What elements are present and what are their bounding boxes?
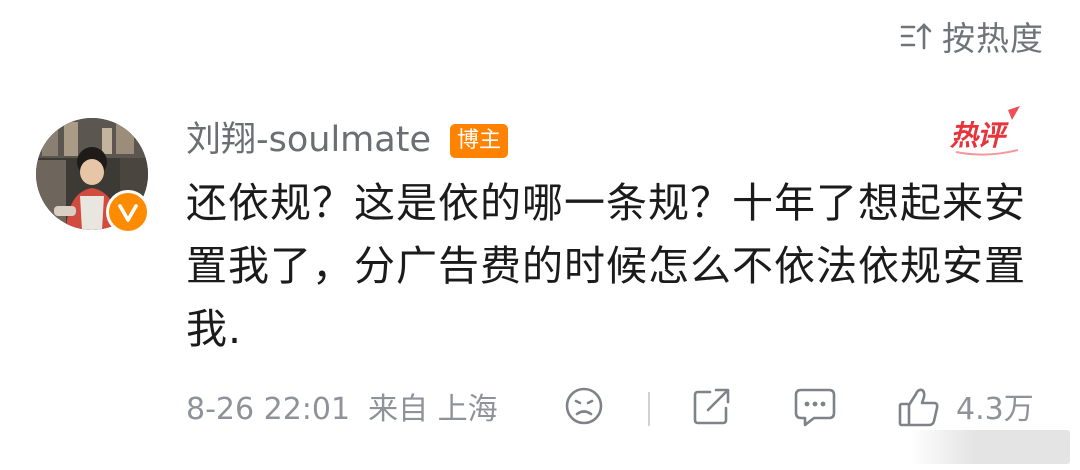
- comment-meta: 8-26 22:01 来自 上海: [186, 390, 498, 430]
- like-button[interactable]: [896, 384, 942, 434]
- share-button[interactable]: [690, 384, 734, 432]
- sort-label: 按热度: [942, 19, 1044, 58]
- username-link[interactable]: 刘翔-soulmate: [186, 118, 431, 162]
- hot-comment-stamp: 热评: [946, 106, 1028, 160]
- like-count: 4.3万: [956, 392, 1034, 427]
- sort-by-heat-button[interactable]: 按热度: [900, 14, 1044, 58]
- hot-comment-label: 热评: [950, 119, 1005, 152]
- sort-icon: [900, 21, 934, 51]
- share-icon: [690, 388, 734, 432]
- footer-divider: [648, 392, 650, 426]
- comment-location: 来自 上海: [368, 392, 498, 427]
- verified-icon: [106, 190, 150, 234]
- emoji-icon: [562, 387, 606, 432]
- comment-icon: [792, 388, 838, 432]
- blogger-badge: 博主: [450, 124, 509, 158]
- comment-date: 8-26 22:01: [186, 392, 351, 427]
- comment-text: 还依规？这是依的哪一条规？十年了想起来安置我了，分广告费的时候怎么不依法依规安置…: [186, 179, 1026, 353]
- watermark: [910, 430, 1070, 464]
- reply-button[interactable]: [792, 384, 838, 432]
- emoji-react-button[interactable]: [562, 384, 606, 432]
